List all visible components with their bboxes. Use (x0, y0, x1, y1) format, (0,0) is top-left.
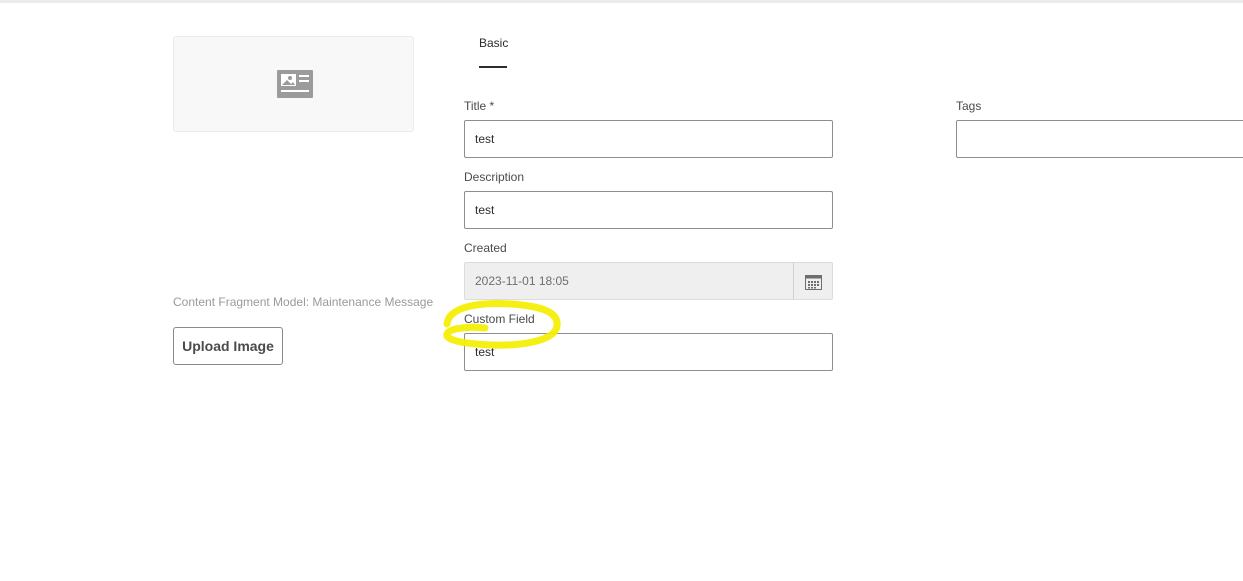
custom-field-label: Custom Field (464, 312, 535, 326)
title-field[interactable] (464, 120, 833, 158)
tags-field[interactable] (956, 120, 1243, 158)
tags-label: Tags (956, 99, 982, 113)
tab-selected-indicator (479, 66, 507, 68)
content-fragment-model-label: Content Fragment Model: Maintenance Mess… (173, 295, 434, 309)
upload-image-button[interactable]: Upload Image (173, 327, 283, 365)
description-field[interactable] (464, 191, 833, 229)
tab-basic[interactable]: Basic (479, 36, 508, 50)
description-label: Description (464, 170, 525, 184)
custom-field-input[interactable] (464, 333, 833, 371)
fragment-thumbnail (173, 36, 414, 132)
calendar-icon (805, 275, 822, 290)
calendar-button (793, 262, 833, 300)
content-fragment-card-icon (277, 70, 313, 98)
created-label: Created (464, 241, 507, 255)
title-label: Title * (464, 99, 495, 113)
top-border (0, 0, 1243, 3)
created-date-field (464, 262, 794, 300)
